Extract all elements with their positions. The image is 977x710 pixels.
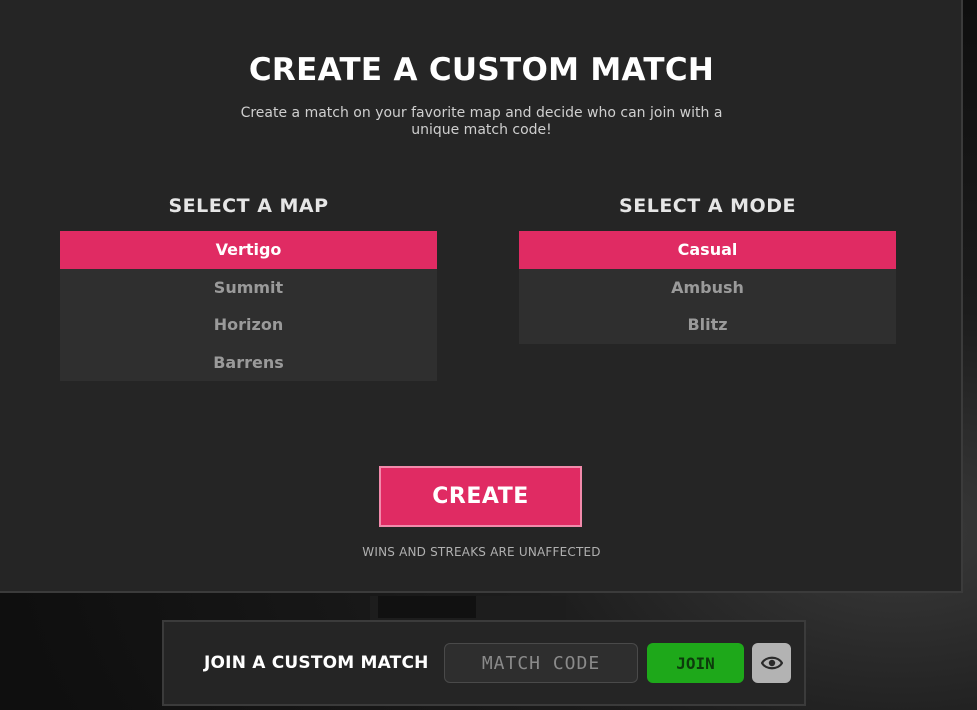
disclaimer-text: WINS AND STREAKS ARE UNAFFECTED [362,545,601,559]
map-section-heading: SELECT A MAP [168,195,329,217]
mode-option-casual[interactable]: Casual [519,231,896,269]
map-option-summit[interactable]: Summit [60,268,437,306]
mode-section-heading: SELECT A MODE [619,195,796,217]
eye-icon [760,656,783,670]
join-button[interactable]: JOIN [647,643,744,683]
mode-option-blitz[interactable]: Blitz [519,306,896,344]
join-match-bar: JOIN A CUSTOM MATCH JOIN [162,620,806,706]
mode-list: Casual Ambush Blitz [519,231,896,344]
page-subtitle: Create a match on your favorite map and … [240,105,723,138]
map-option-vertigo[interactable]: Vertigo [60,231,437,269]
create-button[interactable]: CREATE [379,466,582,527]
map-list: Vertigo Summit Horizon Barrens [60,231,437,381]
toggle-visibility-button[interactable] [752,643,791,683]
page-title: CREATE A CUSTOM MATCH [248,52,715,88]
background-stand-shadow [378,596,476,618]
map-option-horizon[interactable]: Horizon [60,306,437,344]
create-match-panel: CREATE A CUSTOM MATCH Create a match on … [0,0,963,593]
join-match-label: JOIN A CUSTOM MATCH [204,653,429,673]
map-option-barrens[interactable]: Barrens [60,343,437,381]
mode-option-ambush[interactable]: Ambush [519,268,896,306]
match-code-input[interactable] [444,643,638,683]
